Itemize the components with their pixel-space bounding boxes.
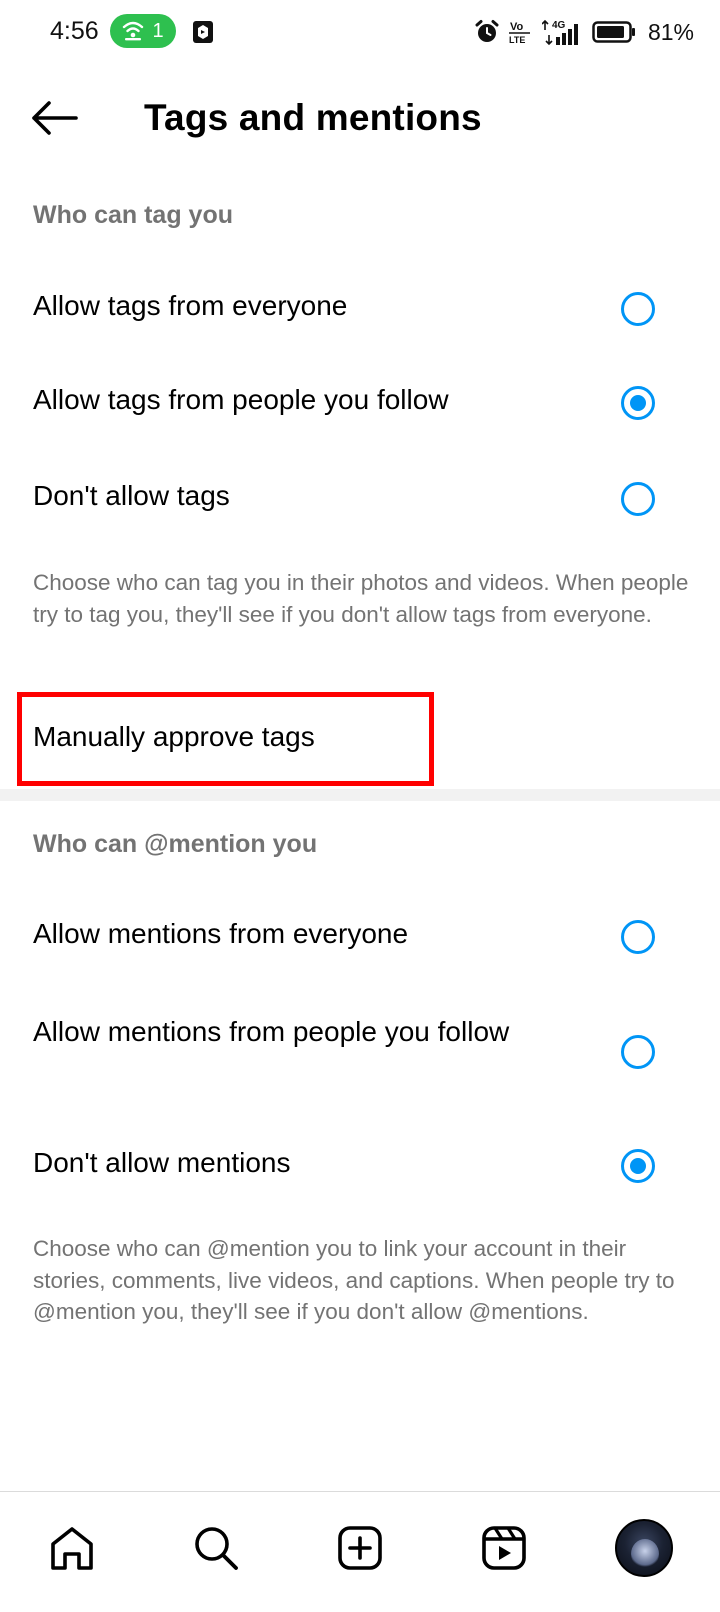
radio-button[interactable]	[621, 920, 655, 954]
battery-icon	[592, 21, 635, 43]
home-icon	[51, 1527, 93, 1570]
profile-avatar	[615, 1519, 673, 1577]
tags-description: Choose who can tag you in their photos a…	[33, 570, 689, 627]
hotspot-count: 1	[152, 19, 164, 42]
status-bar: 4:56 1 Vo LTE 4G 81%	[0, 0, 720, 64]
nav-home[interactable]	[42, 1518, 102, 1578]
hotspot-icon	[123, 21, 144, 41]
arrow-left-icon	[32, 101, 78, 135]
option-label: Allow tags from people you follow	[33, 384, 449, 415]
option-label: Allow mentions from everyone	[33, 918, 409, 949]
svg-text:Vo: Vo	[510, 21, 524, 33]
create-icon	[338, 1526, 382, 1570]
back-button[interactable]	[24, 90, 84, 146]
header: Tags and mentions	[0, 64, 720, 174]
option-allow-mentions-everyone[interactable]: Allow mentions from everyone	[0, 894, 720, 980]
nav-create[interactable]	[330, 1518, 390, 1578]
nav-profile[interactable]	[614, 1518, 674, 1578]
status-right-group: Vo LTE 4G 81%	[474, 16, 694, 48]
tags-and-mentions-screen: 4:56 1 Vo LTE 4G 81% Tags and mentions W…	[0, 0, 720, 1612]
manually-approve-tags-row[interactable]: Manually approve tags	[0, 695, 720, 785]
radio-button[interactable]	[621, 292, 655, 326]
tags-section-heading: Who can tag you	[33, 201, 233, 229]
mentions-description: Choose who can @mention you to link your…	[33, 1236, 675, 1324]
svg-text:4G: 4G	[552, 20, 566, 31]
bottom-navigation	[0, 1491, 720, 1612]
alarm-icon	[475, 20, 499, 42]
mentions-section-heading: Who can @mention you	[33, 830, 318, 858]
manually-approve-tags-label: Manually approve tags	[33, 721, 315, 752]
search-icon	[195, 1527, 238, 1570]
option-dont-allow-tags[interactable]: Don't allow tags	[0, 456, 720, 542]
radio-button-selected[interactable]	[621, 386, 655, 420]
radio-button[interactable]	[621, 482, 655, 516]
app-notification-icon	[193, 21, 213, 43]
status-time: 4:56	[50, 17, 99, 45]
option-allow-mentions-following[interactable]: Allow mentions from people you follow	[0, 1012, 720, 1110]
section-divider	[0, 789, 720, 801]
volte-icon: Vo LTE	[508, 21, 530, 45]
option-allow-tags-following[interactable]: Allow tags from people you follow	[0, 361, 720, 447]
nav-search[interactable]	[186, 1518, 246, 1578]
nav-reels[interactable]	[474, 1518, 534, 1578]
option-allow-tags-everyone[interactable]: Allow tags from everyone	[0, 266, 720, 352]
option-dont-allow-mentions[interactable]: Don't allow mentions	[0, 1125, 720, 1211]
svg-text:LTE: LTE	[509, 35, 525, 45]
option-label: Don't allow mentions	[33, 1147, 291, 1178]
hotspot-indicator: 1	[110, 14, 176, 48]
page-title: Tags and mentions	[144, 97, 482, 138]
option-label: Don't allow tags	[33, 480, 230, 511]
signal-4g-icon: 4G	[541, 19, 578, 46]
battery-percent: 81%	[647, 18, 694, 45]
reels-icon	[482, 1526, 526, 1570]
option-label: Allow mentions from people you follow	[33, 1016, 510, 1047]
option-label: Allow tags from everyone	[33, 290, 348, 321]
radio-button-selected[interactable]	[621, 1149, 655, 1183]
radio-button[interactable]	[621, 1035, 655, 1069]
